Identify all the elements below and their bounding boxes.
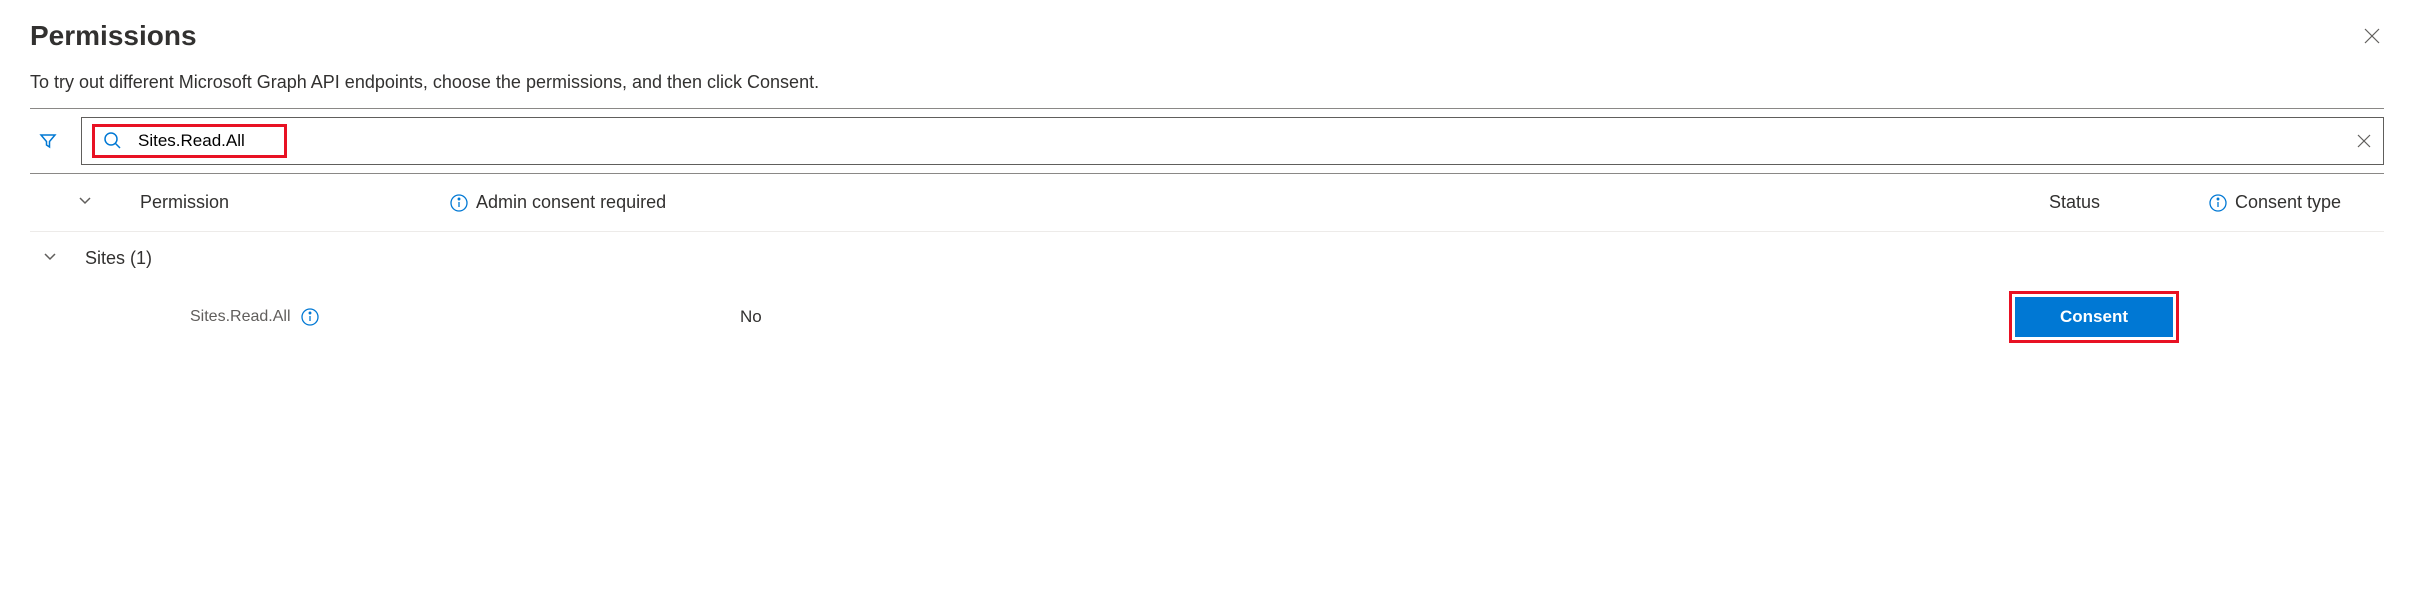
group-expand-toggle[interactable]: [42, 248, 58, 269]
column-header-consent-type-label: Consent type: [2235, 192, 2341, 213]
close-icon: [2363, 27, 2381, 45]
group-name: Sites (1): [85, 248, 152, 269]
search-highlight: [92, 124, 287, 158]
column-header-status[interactable]: Status: [2049, 192, 2209, 213]
admin-consent-cell: No: [450, 307, 2009, 327]
consent-button[interactable]: Consent: [2015, 297, 2173, 337]
permission-cell: Sites.Read.All: [140, 308, 450, 326]
chevron-down-icon: [77, 192, 93, 208]
expand-all-toggle[interactable]: [77, 192, 93, 213]
column-header-consent-type[interactable]: Consent type: [2209, 192, 2384, 213]
search-icon: [103, 131, 123, 151]
status-cell: Consent: [2009, 291, 2209, 343]
consent-highlight: Consent: [2009, 291, 2179, 343]
group-row[interactable]: Sites (1): [30, 232, 2384, 281]
info-icon[interactable]: [301, 308, 319, 326]
table-row: Sites.Read.All No Consent: [30, 281, 2384, 353]
page-title: Permissions: [30, 20, 197, 52]
search-input[interactable]: [138, 131, 359, 151]
close-button[interactable]: [2360, 24, 2384, 48]
clear-search-button[interactable]: [2355, 132, 2373, 150]
permission-name: Sites.Read.All: [190, 308, 291, 326]
filter-icon[interactable]: [38, 131, 58, 151]
column-header-admin-consent-label: Admin consent required: [476, 192, 666, 213]
info-icon[interactable]: [2209, 194, 2227, 212]
page-subtitle: To try out different Microsoft Graph API…: [30, 72, 2384, 93]
search-box[interactable]: [81, 117, 2384, 165]
clear-icon: [2356, 133, 2372, 149]
column-header-admin-consent[interactable]: Admin consent required: [450, 192, 2049, 213]
table-header: Permission Admin consent required Status…: [30, 174, 2384, 232]
search-row: [30, 109, 2384, 173]
column-header-permission[interactable]: Permission: [140, 192, 450, 213]
chevron-down-icon: [42, 248, 58, 264]
info-icon[interactable]: [450, 194, 468, 212]
